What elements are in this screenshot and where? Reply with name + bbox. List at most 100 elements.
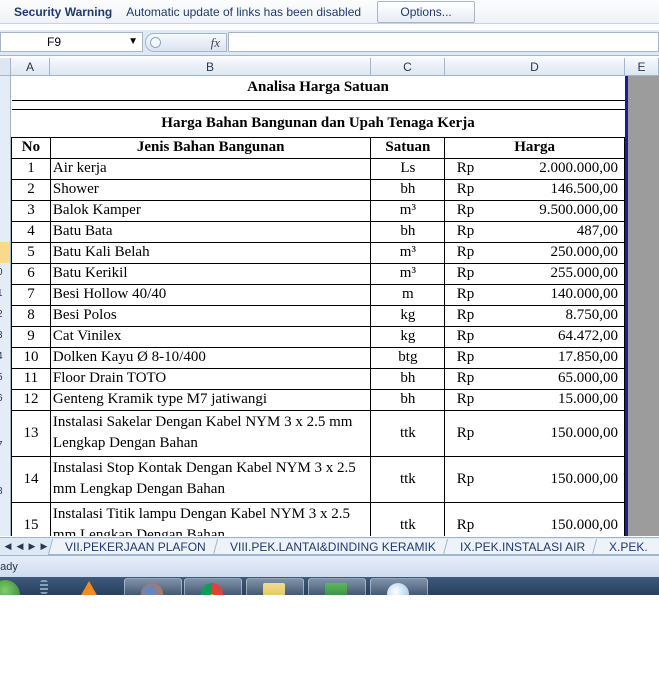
row-header-strip[interactable]: 0 1 2 3 4 5 6 7 8: [0, 76, 11, 536]
row-number[interactable]: 7: [0, 440, 3, 451]
cell-no[interactable]: 15: [11, 501, 51, 536]
cell-price[interactable]: 9.500.000,00: [485, 199, 625, 222]
sheet-subtitle[interactable]: Harga Bahan Bangunan dan Upah Tenaga Ker…: [11, 108, 625, 137]
cell-no[interactable]: 2: [11, 178, 51, 201]
column-header-c[interactable]: C: [371, 58, 445, 76]
cell-unit[interactable]: Ls: [370, 157, 446, 180]
row-number[interactable]: 0: [0, 267, 3, 278]
formula-input[interactable]: [228, 32, 659, 52]
cell-name[interactable]: Genteng Kramik type M7 jatiwangi: [49, 388, 372, 411]
header-price[interactable]: Harga: [444, 136, 625, 159]
cell-name[interactable]: Shower: [49, 178, 372, 201]
cell-unit[interactable]: ttk: [370, 501, 446, 536]
cell-no[interactable]: 14: [11, 455, 51, 503]
column-header-b[interactable]: B: [50, 58, 371, 76]
cell-currency[interactable]: Rp: [444, 283, 486, 306]
tab-lantai-dinding-keramik[interactable]: VIII.PEK.LANTAI&DINDING KERAMIK: [212, 538, 453, 555]
cell-price[interactable]: 250.000,00: [485, 241, 625, 264]
cell-name[interactable]: Balok Kamper: [49, 199, 372, 222]
cell-name[interactable]: Batu Kerikil: [49, 262, 372, 285]
cell-currency[interactable]: Rp: [444, 388, 486, 411]
cell-price[interactable]: 64.472,00: [485, 325, 625, 348]
header-unit[interactable]: Satuan: [370, 136, 446, 159]
column-header-a[interactable]: A: [11, 58, 50, 76]
cell-no[interactable]: 11: [11, 367, 51, 390]
cell-name[interactable]: Besi Hollow 40/40: [49, 283, 372, 306]
expand-handle-icon[interactable]: [150, 37, 161, 48]
chevron-down-icon[interactable]: ▼: [128, 36, 138, 47]
cell-no[interactable]: 10: [11, 346, 51, 369]
taskbar-button[interactable]: [370, 578, 428, 595]
cell-currency[interactable]: Rp: [444, 501, 486, 536]
cell-name[interactable]: Batu Kali Belah: [49, 241, 372, 264]
row-number[interactable]: 3: [0, 330, 3, 341]
cell-name[interactable]: Besi Polos: [49, 304, 372, 327]
row-number[interactable]: 2: [0, 309, 3, 320]
cell-price[interactable]: 255.000,00: [485, 262, 625, 285]
next-sheet-icon[interactable]: ▶: [29, 541, 36, 552]
cell-unit[interactable]: bh: [370, 388, 446, 411]
cell-name[interactable]: Dolken Kayu Ø 8-10/400: [49, 346, 372, 369]
row-header-selected[interactable]: [0, 242, 10, 263]
cell[interactable]: [50, 99, 371, 110]
insert-function-icon[interactable]: fx: [211, 35, 220, 51]
cell-price[interactable]: 146.500,00: [485, 178, 625, 201]
cell-name[interactable]: Instalasi Stop Kontak Dengan Kabel NYM 3…: [49, 455, 372, 503]
cell-unit[interactable]: ttk: [370, 409, 446, 457]
cell-currency[interactable]: Rp: [444, 220, 486, 243]
cell-price[interactable]: 487,00: [485, 220, 625, 243]
taskbar-button[interactable]: [124, 578, 182, 595]
tab-instalasi-air[interactable]: IX.PEK.INSTALASI AIR: [442, 538, 602, 555]
cell-no[interactable]: 4: [11, 220, 51, 243]
cell-unit[interactable]: btg: [370, 346, 446, 369]
taskbar-button[interactable]: [308, 578, 366, 595]
cell-unit[interactable]: m³: [370, 262, 446, 285]
cell-currency[interactable]: Rp: [444, 455, 486, 503]
taskbar-button[interactable]: [184, 578, 242, 595]
cell-name[interactable]: Air kerja: [49, 157, 372, 180]
cell-no[interactable]: 7: [11, 283, 51, 306]
spreadsheet-grid[interactable]: Analisa Harga Satuan Harga Bahan Banguna…: [11, 76, 625, 536]
cell-currency[interactable]: Rp: [444, 241, 486, 264]
row-number[interactable]: 5: [0, 372, 3, 383]
cell-price[interactable]: 8.750,00: [485, 304, 625, 327]
cell-price[interactable]: 150.000,00: [485, 501, 625, 536]
cell-currency[interactable]: Rp: [444, 367, 486, 390]
cell-currency[interactable]: Rp: [444, 199, 486, 222]
cell-unit[interactable]: bh: [370, 178, 446, 201]
cell-price[interactable]: 150.000,00: [485, 455, 625, 503]
last-sheet-icon[interactable]: ▶: [41, 541, 48, 552]
tab-pek[interactable]: X.PEK.: [591, 538, 659, 555]
tab-plafon[interactable]: VII.PEKERJAAN PLAFON: [47, 538, 223, 555]
cell-currency[interactable]: Rp: [444, 346, 486, 369]
cell[interactable]: [370, 99, 445, 110]
header-no[interactable]: No: [11, 136, 51, 159]
column-header-d[interactable]: D: [445, 58, 625, 76]
cell-unit[interactable]: m: [370, 283, 446, 306]
cell-currency[interactable]: Rp: [444, 304, 486, 327]
cell[interactable]: [11, 99, 51, 110]
cell-price[interactable]: 140.000,00: [485, 283, 625, 306]
cell-unit[interactable]: ttk: [370, 455, 446, 503]
cell-unit[interactable]: bh: [370, 367, 446, 390]
cell-no[interactable]: 12: [11, 388, 51, 411]
vlc-icon[interactable]: [80, 581, 98, 595]
header-name[interactable]: Jenis Bahan Bangunan: [49, 136, 372, 159]
cell-unit[interactable]: kg: [370, 304, 446, 327]
select-all-corner[interactable]: [0, 58, 11, 76]
cell-no[interactable]: 6: [11, 262, 51, 285]
cell-no[interactable]: 8: [11, 304, 51, 327]
cell-no[interactable]: 3: [11, 199, 51, 222]
row-number[interactable]: 8: [0, 486, 3, 497]
cell-no[interactable]: 5: [11, 241, 51, 264]
cell-currency[interactable]: Rp: [444, 262, 486, 285]
cell-no[interactable]: 13: [11, 409, 51, 457]
column-header-e[interactable]: E: [625, 58, 659, 76]
name-box[interactable]: F9 ▼: [0, 32, 143, 52]
cell-unit[interactable]: m³: [370, 241, 446, 264]
row-number[interactable]: 1: [0, 288, 3, 299]
cell-unit[interactable]: m³: [370, 199, 446, 222]
cell-price[interactable]: 65.000,00: [485, 367, 625, 390]
cell-name[interactable]: Instalasi Titik lampu Dengan Kabel NYM 3…: [49, 501, 372, 536]
sheet-title[interactable]: Analisa Harga Satuan: [12, 76, 625, 100]
